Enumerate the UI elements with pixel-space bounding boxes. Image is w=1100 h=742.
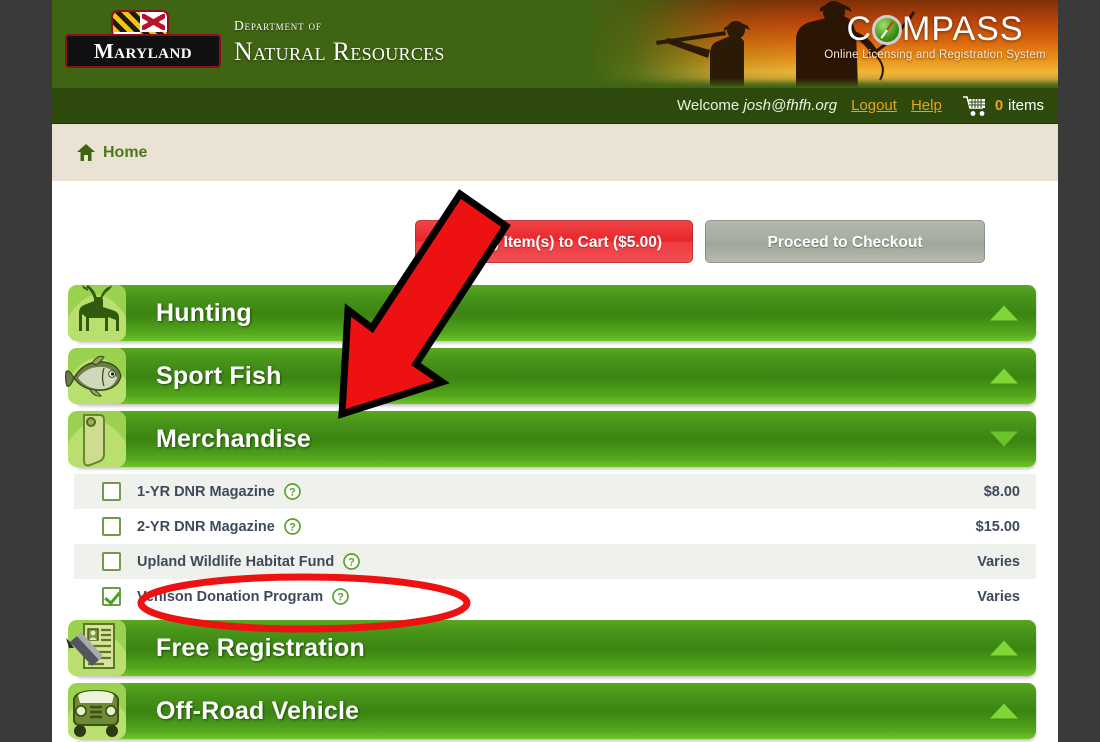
- category-title-merchandise: Merchandise: [156, 424, 312, 453]
- welcome-text: Welcome josh@fhfh.org: [677, 97, 837, 114]
- category-title-off-road-vehicle: Off-Road Vehicle: [156, 696, 360, 725]
- triangle-up-icon[interactable]: [990, 305, 1018, 321]
- agency-title: Department of Natural Resources: [234, 18, 445, 67]
- item-price: $15.00: [975, 518, 1020, 535]
- item-checkbox-upland-wildlife-habitat-fund[interactable]: [102, 552, 121, 571]
- cart-units-label: items: [1008, 97, 1044, 114]
- cart-count: 0: [994, 97, 1004, 114]
- svg-text:?: ?: [337, 591, 344, 603]
- cart-widget[interactable]: 0 items: [962, 95, 1044, 117]
- breadcrumb-home-link[interactable]: Home: [103, 144, 147, 162]
- item-name: Upland Wildlife Habitat Fund: [137, 553, 335, 570]
- category-bar-hunting[interactable]: Hunting: [68, 285, 1036, 341]
- user-email: josh@fhfh.org: [743, 97, 838, 114]
- breadcrumb: Home: [52, 124, 1058, 182]
- compass-wordmark: C MPASS: [820, 10, 1050, 48]
- main-content: Add (1) Item(s) to Cart ($5.00) Proceed …: [52, 182, 1058, 739]
- compass-letter-c: C: [846, 10, 873, 48]
- item-name: Venison Donation Program: [137, 588, 324, 605]
- category-title-hunting: Hunting: [156, 298, 252, 327]
- proceed-to-checkout-button[interactable]: Proceed to Checkout: [705, 220, 985, 263]
- item-price: $8.00: [983, 483, 1020, 500]
- category-bar-merchandise[interactable]: Merchandise: [68, 411, 1036, 467]
- item-checkbox-2-yr-dnr-magazine[interactable]: [102, 517, 121, 536]
- id-card-pencil-icon: [66, 620, 126, 676]
- help-link[interactable]: Help: [911, 97, 942, 114]
- category-title-free-registration: Free Registration: [156, 633, 366, 662]
- agency-title-small: Department of: [234, 18, 322, 33]
- item-price: Varies: [977, 553, 1020, 570]
- category-bar-sport-fish[interactable]: Sport Fish: [65, 348, 1036, 404]
- help-circle-icon[interactable]: ?: [283, 518, 301, 535]
- maryland-state-logo: Maryland: [65, 10, 225, 72]
- item-checkbox-1-yr-dnr-magazine[interactable]: [102, 482, 121, 501]
- maryland-wordmark: Maryland: [65, 34, 221, 68]
- compass-rose-icon: [872, 15, 903, 45]
- table-row[interactable]: Venison Donation Program ? Varies: [74, 579, 1036, 614]
- table-row[interactable]: 1-YR DNR Magazine ? $8.00: [74, 474, 1036, 509]
- help-circle-icon[interactable]: ?: [332, 588, 349, 605]
- deer-icon: [68, 285, 126, 341]
- triangle-down-icon[interactable]: [990, 431, 1018, 447]
- table-row[interactable]: 2-YR DNR Magazine ? $15.00: [74, 509, 1036, 544]
- svg-text:?: ?: [289, 486, 296, 498]
- welcome-prefix: Welcome: [677, 97, 744, 114]
- merchandise-item-list: 1-YR DNR Magazine ? $8.00 2-YR DNR Magaz…: [74, 474, 1036, 614]
- agency-title-big: Natural Resources: [234, 37, 445, 66]
- home-icon[interactable]: [77, 144, 95, 161]
- help-circle-icon[interactable]: ?: [343, 553, 361, 570]
- item-name: 2-YR DNR Magazine: [137, 518, 275, 535]
- svg-text:?: ?: [289, 521, 296, 533]
- page-container: Maryland Department of Natural Resources…: [52, 0, 1058, 742]
- site-masthead: Maryland Department of Natural Resources…: [52, 0, 1058, 88]
- triangle-up-icon[interactable]: [990, 640, 1018, 656]
- compass-tagline: Online Licensing and Registration System: [824, 49, 1046, 61]
- table-row[interactable]: Upland Wildlife Habitat Fund ? Varies: [74, 544, 1036, 579]
- action-button-row: Add (1) Item(s) to Cart ($5.00) Proceed …: [74, 182, 1036, 285]
- user-welcome-bar: Welcome josh@fhfh.org Logout Help 0 item…: [52, 88, 1058, 124]
- jeep-icon: [68, 683, 126, 739]
- triangle-up-icon[interactable]: [990, 703, 1018, 719]
- logout-link[interactable]: Logout: [851, 97, 897, 114]
- svg-text:?: ?: [348, 556, 355, 568]
- bass-fish-icon: [65, 348, 126, 404]
- category-bar-free-registration[interactable]: Free Registration: [66, 620, 1036, 676]
- triangle-up-icon[interactable]: [990, 368, 1018, 384]
- item-checkbox-venison-donation-program[interactable]: [102, 587, 121, 606]
- category-title-sport-fish: Sport Fish: [156, 361, 282, 390]
- item-price: Varies: [977, 588, 1020, 605]
- compass-logo[interactable]: C MPASS Online Licensing and Registration…: [820, 10, 1050, 61]
- item-name: 1-YR DNR Magazine: [137, 483, 275, 500]
- help-circle-icon[interactable]: ?: [283, 483, 301, 500]
- add-to-cart-button[interactable]: Add (1) Item(s) to Cart ($5.00): [415, 220, 693, 263]
- price-tag-icon: [68, 411, 126, 467]
- shopping-cart-icon[interactable]: [962, 95, 990, 117]
- compass-letters-tail: MPASS: [902, 10, 1024, 48]
- category-bar-off-road-vehicle[interactable]: Off-Road Vehicle: [68, 683, 1036, 739]
